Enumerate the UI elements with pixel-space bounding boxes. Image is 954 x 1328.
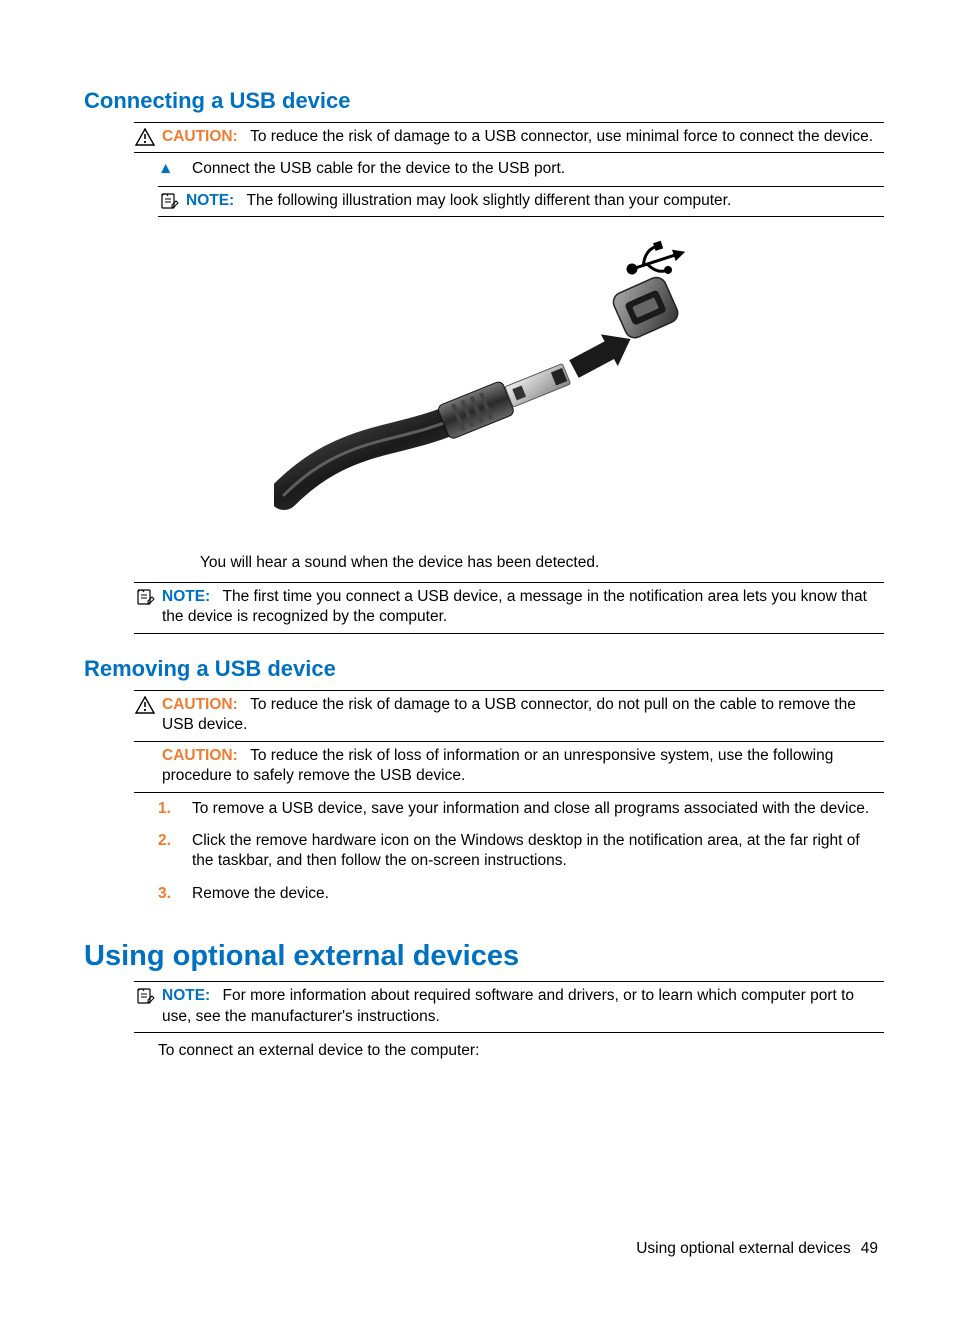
- caution-callout: CAUTION: To reduce the risk of loss of i…: [134, 742, 884, 793]
- caution-label: CAUTION:: [162, 747, 238, 764]
- caution-text: To reduce the risk of loss of informatio…: [162, 747, 833, 784]
- usb-connection-figure: [84, 235, 884, 535]
- caution-icon-placeholder: [134, 746, 156, 747]
- callout-body: CAUTION: To reduce the risk of loss of i…: [162, 746, 884, 787]
- note-icon: [134, 986, 156, 1005]
- callout-body: NOTE: The first time you connect a USB d…: [162, 587, 884, 628]
- caution-icon: [134, 127, 156, 146]
- step-number: 3.: [158, 884, 176, 904]
- note-text: The first time you connect a USB device,…: [162, 588, 867, 625]
- caution-icon: [134, 695, 156, 714]
- note-text: For more information about required soft…: [162, 987, 854, 1024]
- page-number: 49: [861, 1240, 878, 1258]
- heading-external-devices: Using optional external devices: [84, 940, 884, 973]
- ordered-step: 2. Click the remove hardware icon on the…: [158, 825, 884, 878]
- body-text: You will hear a sound when the device ha…: [200, 545, 884, 581]
- note-text: The following illustration may look slig…: [247, 192, 732, 209]
- callout-body: CAUTION: To reduce the risk of damage to…: [162, 695, 884, 736]
- callout-body: NOTE: For more information about require…: [162, 986, 884, 1027]
- caution-label: CAUTION:: [162, 696, 238, 713]
- caution-label: CAUTION:: [162, 128, 238, 145]
- caution-text: To reduce the risk of damage to a USB co…: [162, 696, 856, 733]
- page-footer: Using optional external devices 49: [84, 1240, 884, 1258]
- ordered-step: 3. Remove the device.: [158, 878, 884, 910]
- step-text: Remove the device.: [192, 884, 884, 904]
- note-label: NOTE:: [162, 588, 210, 605]
- caution-callout: CAUTION: To reduce the risk of damage to…: [134, 690, 884, 742]
- note-callout: NOTE: The following illustration may loo…: [158, 186, 884, 217]
- step-number: 2.: [158, 831, 176, 872]
- heading-removing-usb: Removing a USB device: [84, 656, 884, 682]
- footer-section-title: Using optional external devices: [636, 1240, 851, 1258]
- caution-text: To reduce the risk of damage to a USB co…: [250, 128, 873, 145]
- document-page: Connecting a USB device CAUTION: To redu…: [0, 0, 954, 1328]
- note-label: NOTE:: [162, 987, 210, 1004]
- step-text: Click the remove hardware icon on the Wi…: [192, 831, 884, 872]
- note-icon: [134, 587, 156, 606]
- note-icon: [158, 191, 180, 210]
- note-callout: NOTE: The first time you connect a USB d…: [134, 582, 884, 634]
- heading-connecting-usb: Connecting a USB device: [84, 88, 884, 114]
- callout-body: CAUTION: To reduce the risk of damage to…: [162, 127, 884, 147]
- caution-callout: CAUTION: To reduce the risk of damage to…: [134, 122, 884, 153]
- step-number: 1.: [158, 799, 176, 819]
- step-item: ▲ Connect the USB cable for the device t…: [158, 153, 884, 185]
- body-text: To connect an external device to the com…: [158, 1033, 884, 1069]
- triangle-bullet-icon: ▲: [158, 159, 176, 179]
- ordered-step: 1. To remove a USB device, save your inf…: [158, 793, 884, 825]
- note-callout: NOTE: For more information about require…: [134, 981, 884, 1033]
- note-label: NOTE:: [186, 192, 234, 209]
- step-text: Connect the USB cable for the device to …: [192, 159, 884, 179]
- callout-body: NOTE: The following illustration may loo…: [186, 191, 884, 211]
- step-text: To remove a USB device, save your inform…: [192, 799, 884, 819]
